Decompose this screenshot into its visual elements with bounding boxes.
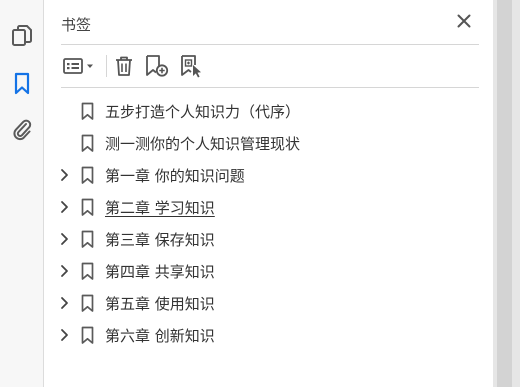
bookmark-label: 第三章 保存知识: [105, 230, 215, 249]
delete-bookmark-button[interactable]: [111, 52, 137, 80]
toolbar-divider: [61, 87, 479, 88]
chevron-right-icon: [60, 233, 68, 245]
bookmark-icon: [81, 102, 93, 120]
trash-icon: [116, 56, 132, 76]
bookmark-label: 测一测你的个人知识管理现状: [105, 134, 301, 153]
bookmark-item[interactable]: 第六章 创新知识: [55, 321, 475, 349]
bookmark-label: 第六章 创新知识: [105, 326, 215, 345]
new-bookmark-from-structure-button[interactable]: [177, 52, 205, 80]
bookmark-icon: [81, 230, 93, 248]
bookmark-label: 第一章 你的知识问题: [105, 166, 245, 185]
paperclip-icon: [13, 119, 32, 141]
bookmark-item[interactable]: 测一测你的个人知识管理现状: [55, 129, 475, 157]
bookmark-label: 五步打造个人知识力（代序）: [105, 102, 301, 121]
chevron-right-icon: [60, 169, 68, 181]
expand-chevron[interactable]: [57, 225, 71, 253]
close-panel-button[interactable]: [453, 10, 475, 32]
navigation-rail: [0, 0, 44, 387]
bookmark-item[interactable]: 第三章 保存知识: [55, 225, 475, 253]
close-icon: [457, 14, 471, 28]
bookmark-structure-icon: [181, 55, 201, 78]
bookmark-item-icon: [79, 257, 95, 285]
expand-chevron[interactable]: [57, 161, 71, 189]
bookmark-label: 第二章 学习知识: [105, 198, 215, 217]
expand-chevron[interactable]: [57, 257, 71, 285]
bookmark-label: 第四章 共享知识: [105, 262, 215, 281]
bookmarks-button[interactable]: [6, 68, 38, 100]
bookmark-item-icon: [79, 321, 95, 349]
bookmark-item-icon: [79, 289, 95, 317]
expand-chevron[interactable]: [57, 193, 71, 221]
bookmark-item-icon: [79, 97, 95, 125]
bookmark-add-icon: [146, 55, 169, 77]
bookmark-label: 第五章 使用知识: [105, 294, 215, 313]
scrollbar-thumb[interactable]: [497, 0, 512, 387]
bookmark-item[interactable]: 五步打造个人知识力（代序）: [55, 97, 475, 125]
bookmark-icon: [81, 326, 93, 344]
new-bookmark-button[interactable]: [143, 52, 171, 80]
bookmarks-panel: 书签 五步打造个人知识力（代序） 测一测你的个人知识管理现状 第一章 你的知识问…: [45, 0, 493, 387]
bookmark-item-icon: [79, 193, 95, 221]
bookmark-icon: [81, 198, 93, 216]
bookmark-icon: [81, 294, 93, 312]
expand-chevron[interactable]: [57, 289, 71, 317]
options-menu-button[interactable]: [59, 52, 99, 80]
bookmark-icon: [81, 166, 93, 184]
chevron-right-icon: [60, 297, 68, 309]
toolbar-separator: [106, 55, 107, 77]
chevron-right-icon: [60, 329, 68, 341]
bookmark-item[interactable]: 第二章 学习知识: [55, 193, 475, 221]
options-list-icon: [63, 58, 93, 74]
bookmark-item-icon: [79, 161, 95, 189]
bookmark-item-icon: [79, 129, 95, 157]
bookmark-icon: [81, 262, 93, 280]
bookmark-icon: [14, 72, 30, 95]
bookmark-item[interactable]: 第一章 你的知识问题: [55, 161, 475, 189]
bookmark-item[interactable]: 第五章 使用知识: [55, 289, 475, 317]
attachments-button[interactable]: [6, 114, 38, 146]
bookmark-item[interactable]: 第四章 共享知识: [55, 257, 475, 285]
bookmark-icon: [81, 134, 93, 152]
panel-title: 书签: [61, 16, 92, 34]
chevron-right-icon: [60, 201, 68, 213]
page-thumbnails-button[interactable]: [6, 20, 38, 52]
bookmark-item-icon: [79, 225, 95, 253]
chevron-right-icon: [60, 265, 68, 277]
pages-icon: [12, 25, 32, 46]
expand-chevron[interactable]: [57, 321, 71, 349]
header-divider: [61, 44, 479, 45]
